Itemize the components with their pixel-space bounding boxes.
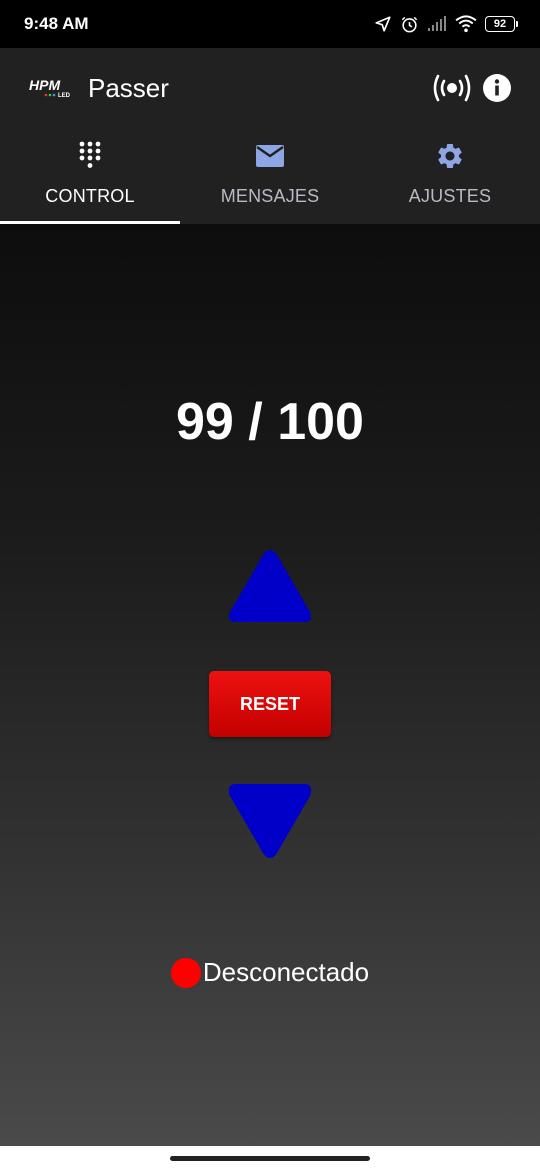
decrement-button[interactable] [222, 780, 318, 864]
signal-icon [427, 16, 447, 32]
home-gesture-handle[interactable] [170, 1155, 370, 1161]
alarm-icon [400, 15, 419, 34]
info-icon[interactable] [482, 73, 512, 103]
svg-text:LED: LED [58, 93, 71, 99]
control-panel: 99 / 100 RESET Desconectado [0, 224, 540, 1146]
app-title: Passer [88, 72, 169, 103]
status-indicator-dot [170, 957, 201, 988]
tab-ajustes[interactable]: AJUSTES [360, 128, 540, 224]
counter-display: 99 / 100 [176, 393, 364, 451]
tab-control[interactable]: CONTROL [0, 128, 180, 224]
wifi-icon [455, 15, 477, 33]
reset-button[interactable]: RESET [209, 671, 331, 737]
gear-icon [435, 140, 465, 172]
tab-mensajes-label: MENSAJES [220, 186, 320, 206]
connection-status: Desconectado [0, 957, 540, 988]
arrow-up-icon [228, 550, 312, 622]
mail-icon [255, 140, 285, 172]
tab-bar: CONTROL MENSAJES AJUSTES [0, 128, 540, 224]
app-bar: HPM LED Passer [0, 48, 540, 128]
dialpad-icon [78, 140, 102, 172]
connection-status-text: Desconectado [202, 957, 370, 987]
broadcast-icon[interactable] [432, 73, 472, 103]
battery-icon: 92 [485, 16, 518, 32]
system-nav-bar [0, 1146, 540, 1170]
arrow-down-icon [228, 784, 312, 858]
tab-control-label: CONTROL [45, 186, 135, 206]
svg-text:HPM: HPM [29, 77, 60, 93]
increment-button[interactable] [222, 544, 318, 628]
status-bar: 9:48 AM 92 [0, 0, 540, 48]
battery-level: 92 [485, 16, 515, 32]
hpm-led-logo: HPM LED [28, 76, 78, 100]
app-actions [432, 73, 512, 103]
location-icon [374, 15, 392, 33]
status-icons: 92 [374, 15, 518, 34]
status-time: 9:48 AM [24, 14, 89, 33]
tab-ajustes-label: AJUSTES [408, 186, 492, 206]
tab-mensajes[interactable]: MENSAJES [180, 128, 360, 224]
